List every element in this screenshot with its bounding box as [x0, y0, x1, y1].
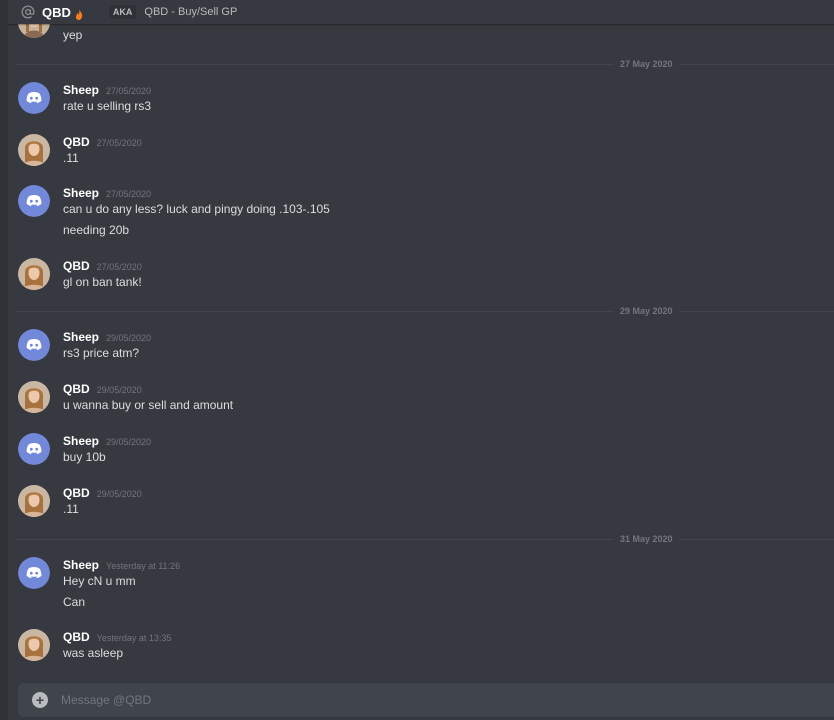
timestamp: 29/05/2020	[96, 385, 142, 395]
message-header: Sheep 29/05/2020	[63, 330, 151, 344]
message-text: buy 10b	[63, 450, 106, 464]
message-header: Sheep Yesterday at 11:26	[63, 558, 180, 572]
message-text: Hey cN u mm	[63, 574, 136, 588]
timestamp: Yesterday at 11:26	[106, 561, 181, 571]
message-text: .11	[63, 502, 79, 516]
discord-avatar-icon[interactable]	[18, 557, 50, 589]
message-text: Can	[63, 595, 86, 609]
message-text: rate u selling rs3	[63, 99, 152, 113]
message-header: QBD 29/05/2020	[63, 382, 142, 396]
message-header: QBD 27/05/2020	[63, 135, 142, 149]
username[interactable]: Sheep	[63, 186, 99, 200]
message-text: u wanna buy or sell and amount	[63, 398, 234, 412]
message-text: yep	[63, 28, 83, 42]
timestamp: 29/05/2020	[106, 437, 152, 447]
username[interactable]: Sheep	[63, 83, 99, 97]
username[interactable]: QBD	[63, 486, 90, 500]
timestamp: 29/05/2020	[106, 333, 152, 343]
message-composer: +	[18, 683, 834, 717]
message-input[interactable]	[61, 693, 661, 707]
username[interactable]: Sheep	[63, 434, 99, 448]
username[interactable]: QBD	[63, 382, 90, 396]
timestamp: 27/05/2020	[96, 138, 142, 148]
discord-avatar-icon[interactable]	[18, 82, 50, 114]
discord-avatar-icon[interactable]	[18, 433, 50, 465]
aka-nickname: QBD - Buy/Sell GP	[144, 6, 238, 18]
message-header: Sheep 27/05/2020	[63, 83, 151, 97]
date-divider-label: 29 May 2020	[614, 305, 679, 317]
message-text: needing 20b	[63, 223, 130, 237]
username[interactable]: Sheep	[63, 330, 99, 344]
date-divider: 29 May 2020	[16, 305, 834, 317]
username[interactable]: Sheep	[63, 558, 99, 572]
message-header: QBD Yesterday at 13:35	[63, 630, 171, 644]
message-text: can u do any less? luck and pingy doing …	[63, 202, 330, 216]
message-header: Sheep 29/05/2020	[63, 434, 151, 448]
dm-header: QBD AKA QBD - Buy/Sell GP	[8, 0, 834, 24]
message-header: QBD 29/05/2020	[63, 486, 142, 500]
avatar[interactable]	[18, 629, 50, 661]
avatar[interactable]	[18, 258, 50, 290]
timestamp: 29/05/2020	[96, 489, 142, 499]
message-text: rs3 price atm?	[63, 346, 140, 360]
message-text: .11	[63, 151, 79, 165]
avatar[interactable]	[18, 24, 50, 38]
avatar[interactable]	[18, 134, 50, 166]
timestamp: 27/05/2020	[106, 86, 152, 96]
message-header: Sheep 27/05/2020	[63, 186, 151, 200]
date-divider: 27 May 2020	[16, 58, 834, 70]
timestamp: 27/05/2020	[96, 262, 142, 272]
timestamp: 27/05/2020	[106, 189, 152, 199]
discord-avatar-icon[interactable]	[18, 329, 50, 361]
message-text: was asleep	[63, 646, 124, 660]
at-sign-icon	[20, 4, 36, 20]
username[interactable]: QBD	[63, 630, 90, 644]
avatar[interactable]	[18, 485, 50, 517]
date-divider: 31 May 2020	[16, 533, 834, 545]
message-text: gl on ban tank!	[63, 275, 142, 289]
message-list[interactable]: yep 27 May 2020 29 May 2020 31 May 2020 …	[8, 24, 834, 680]
date-divider-label: 31 May 2020	[614, 533, 679, 545]
dm-recipient-name[interactable]: QBD	[42, 5, 71, 20]
flame-icon	[75, 7, 83, 20]
message-header: QBD 27/05/2020	[63, 259, 142, 273]
timestamp: Yesterday at 13:35	[96, 633, 172, 643]
username[interactable]: QBD	[63, 259, 90, 273]
left-sidebar-edge	[0, 0, 8, 720]
add-attachment-icon[interactable]: +	[32, 692, 48, 708]
aka-badge: AKA	[108, 5, 137, 19]
avatar[interactable]	[18, 381, 50, 413]
username[interactable]: QBD	[63, 135, 90, 149]
date-divider-label: 27 May 2020	[614, 58, 679, 70]
discord-avatar-icon[interactable]	[18, 185, 50, 217]
